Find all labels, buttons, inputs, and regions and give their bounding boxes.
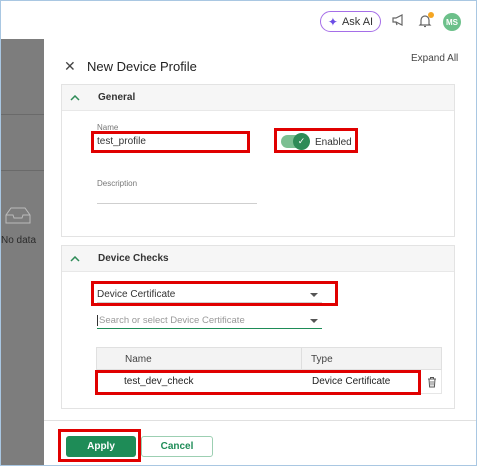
column-divider [301, 348, 302, 369]
chevron-up-icon[interactable] [62, 85, 88, 111]
no-data-text: No data [1, 235, 37, 246]
background-overlay [1, 39, 44, 465]
trash-icon[interactable] [427, 376, 437, 388]
highlight-box [91, 281, 338, 306]
certificate-search-input[interactable]: Search or select Device Certificate [97, 315, 245, 326]
general-card: General [61, 84, 455, 237]
ask-ai-label: Ask AI [341, 15, 374, 28]
column-header-name: Name [125, 354, 152, 365]
cancel-button[interactable]: Cancel [141, 436, 213, 457]
description-field-label: Description [97, 179, 138, 188]
general-section-title: General [98, 92, 136, 103]
empty-tray-icon [5, 207, 31, 224]
chevron-down-icon[interactable] [310, 319, 318, 323]
device-checks-card-header[interactable]: Device Checks [62, 246, 454, 272]
megaphone-icon[interactable] [392, 14, 406, 26]
general-card-header[interactable]: General [62, 85, 454, 111]
highlight-box [58, 429, 141, 462]
column-header-type: Type [311, 354, 333, 365]
background-divider [1, 114, 44, 115]
ask-ai-button[interactable]: ✦ Ask AI [320, 11, 381, 32]
highlight-box [91, 131, 250, 153]
checks-table-header: Name Type [96, 347, 442, 370]
panel-title: New Device Profile [87, 59, 197, 74]
avatar[interactable]: MS [443, 13, 461, 31]
device-checks-section-title: Device Checks [98, 253, 169, 264]
sparkle-icon: ✦ [327, 14, 338, 29]
expand-all-link[interactable]: Expand All [411, 53, 458, 64]
certificate-search-underline [97, 328, 322, 329]
footer-divider [44, 420, 476, 421]
background-divider [1, 170, 44, 171]
highlight-box [95, 370, 421, 395]
description-input-underline [97, 203, 257, 204]
notification-dot [428, 12, 434, 18]
chevron-up-icon[interactable] [62, 246, 88, 272]
close-icon[interactable]: ✕ [64, 59, 76, 73]
highlight-box [274, 128, 358, 153]
